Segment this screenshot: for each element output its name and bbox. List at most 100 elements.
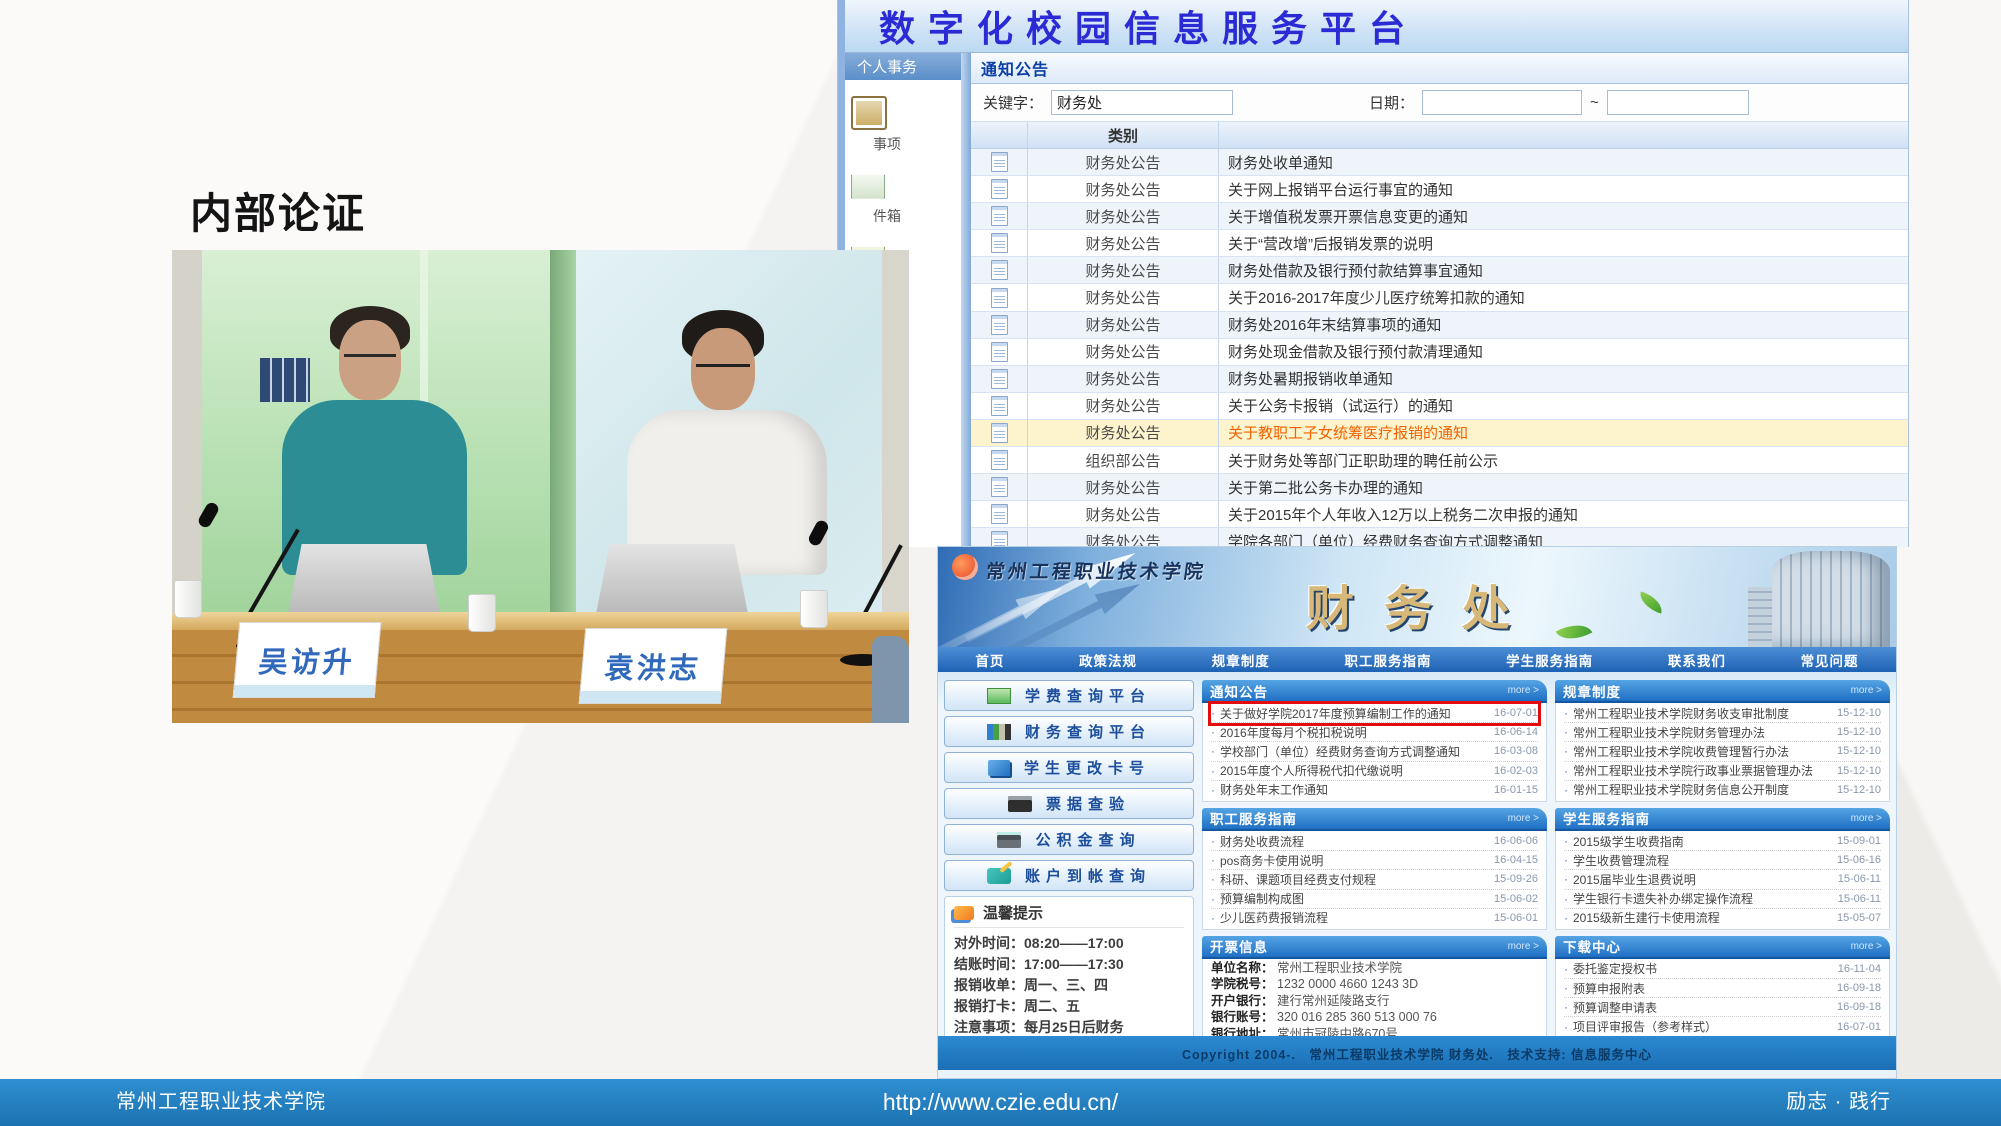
list-item[interactable]: · 预算调整申请表 16-09-18 bbox=[1564, 998, 1881, 1017]
sidebar-tab-personal-affairs[interactable]: 个人事务 bbox=[845, 53, 961, 80]
list-item[interactable]: · 常州工程职业技术学院收费管理暂行办法 15-12-10 bbox=[1564, 742, 1881, 761]
table-row[interactable]: 财务处公告 关于公务卡报销（试运行）的通知 bbox=[971, 393, 1908, 420]
row-title-link[interactable]: 关于第二批公务卡办理的通知 bbox=[1219, 474, 1908, 500]
more-link[interactable]: more > bbox=[1851, 813, 1882, 824]
row-title-link[interactable]: 学院各部门（单位）经费财务查询方式调整通知 bbox=[1219, 528, 1908, 547]
list-item[interactable]: · 委托鉴定授权书 16-11-04 bbox=[1564, 960, 1881, 979]
list-item[interactable]: · 科研、课题项目经费支付规程 15-09-26 bbox=[1211, 870, 1538, 889]
sidebar-item[interactable]: 件箱 bbox=[849, 170, 961, 226]
list-item[interactable]: · 预算编制构成图 15-06-02 bbox=[1211, 890, 1538, 909]
row-title-link[interactable]: 关于“营改增”后报销发票的说明 bbox=[1219, 230, 1908, 256]
table-row[interactable]: 财务处公告 关于网上报销平台运行事宜的通知 bbox=[971, 176, 1908, 203]
item-link[interactable]: 学生收费管理流程 bbox=[1573, 852, 1831, 869]
item-link[interactable]: 2016年度每月个税扣税说明 bbox=[1220, 724, 1488, 741]
list-item[interactable]: · 2015年度个人所得税代扣代缴说明 16-02-03 bbox=[1211, 762, 1538, 781]
table-row[interactable]: 财务处公告 财务处暑期报销收单通知 bbox=[971, 366, 1908, 393]
query-button[interactable]: 学生更改卡号 bbox=[944, 752, 1194, 783]
row-title-link[interactable]: 财务处收单通知 bbox=[1219, 149, 1908, 175]
table-row[interactable]: 组织部公告 关于财务处等部门正职助理的聘任前公示 bbox=[971, 447, 1908, 474]
item-link[interactable]: 委托鉴定授权书 bbox=[1573, 960, 1832, 977]
list-item[interactable]: · 项目评审报告（参考样式） 16-07-01 bbox=[1564, 1017, 1881, 1036]
nav-item[interactable]: 规章制度 bbox=[1212, 650, 1270, 670]
item-link[interactable]: 常州工程职业技术学院财务信息公开制度 bbox=[1573, 781, 1831, 798]
item-link[interactable]: 科研、课题项目经费支付规程 bbox=[1220, 871, 1488, 888]
table-row[interactable]: 财务处公告 关于教职工子女统筹医疗报销的通知 bbox=[971, 420, 1908, 447]
nav-item[interactable]: 职工服务指南 bbox=[1344, 650, 1431, 670]
list-item[interactable]: · 常州工程职业技术学院财务信息公开制度 15-12-10 bbox=[1564, 781, 1881, 799]
table-row[interactable]: 财务处公告 财务处借款及银行预付款结算事宜通知 bbox=[971, 257, 1908, 284]
item-link[interactable]: 2015级新生建行卡使用流程 bbox=[1573, 909, 1831, 926]
list-item[interactable]: · 学生银行卡遗失补办绑定操作流程 15-06-11 bbox=[1564, 890, 1881, 909]
query-button[interactable]: 账户到帐查询 bbox=[944, 860, 1194, 891]
item-link[interactable]: 预算申报附表 bbox=[1573, 980, 1831, 997]
table-row[interactable]: 财务处公告 财务处2016年末结算事项的通知 bbox=[971, 312, 1908, 339]
tab-notices[interactable]: 通知公告 bbox=[981, 56, 1049, 80]
table-row[interactable]: 财务处公告 关于2015年个人年收入12万以上税务二次申报的通知 bbox=[971, 501, 1908, 528]
item-link[interactable]: 2015年度个人所得税代扣代缴说明 bbox=[1220, 762, 1488, 779]
row-title-link[interactable]: 关于公务卡报销（试运行）的通知 bbox=[1219, 393, 1908, 419]
row-title-link[interactable]: 财务处借款及银行预付款结算事宜通知 bbox=[1219, 257, 1908, 283]
item-link[interactable]: 关于做好学院2017年度预算编制工作的通知 bbox=[1220, 705, 1488, 722]
row-title-link[interactable]: 财务处暑期报销收单通知 bbox=[1219, 366, 1908, 392]
item-link[interactable]: 预算编制构成图 bbox=[1220, 890, 1488, 907]
more-link[interactable]: more > bbox=[1851, 685, 1882, 696]
item-link[interactable]: 学校部门（单位）经费财务查询方式调整通知 bbox=[1220, 743, 1488, 760]
list-item[interactable]: · 2015届毕业生退费说明 15-06-11 bbox=[1564, 870, 1881, 889]
more-link[interactable]: more > bbox=[1508, 813, 1539, 824]
list-item[interactable]: · 学生收费管理流程 15-06-16 bbox=[1564, 851, 1881, 870]
item-link[interactable]: 少儿医药费报销流程 bbox=[1220, 909, 1488, 926]
query-button[interactable]: 票据查验 bbox=[944, 788, 1194, 819]
item-link[interactable]: 常州工程职业技术学院财务收支审批制度 bbox=[1573, 705, 1831, 722]
keyword-input[interactable] bbox=[1051, 90, 1233, 115]
item-link[interactable]: 项目评审报告（参考样式） bbox=[1573, 1018, 1831, 1035]
list-item[interactable]: · 2015级学生收费指南 15-09-01 bbox=[1564, 832, 1881, 851]
nav-item[interactable]: 学生服务指南 bbox=[1506, 650, 1593, 670]
query-button[interactable]: 公积金查询 bbox=[944, 824, 1194, 855]
list-item[interactable]: · 关于做好学院2017年度预算编制工作的通知 16-07-01 bbox=[1211, 704, 1538, 723]
more-link[interactable]: more > bbox=[1508, 941, 1539, 952]
nav-item[interactable]: 常见问题 bbox=[1801, 650, 1859, 670]
nav-item[interactable]: 政策法规 bbox=[1079, 650, 1137, 670]
list-item[interactable]: · 2016年度每月个税扣税说明 16-06-14 bbox=[1211, 723, 1538, 742]
list-item[interactable]: · 常州工程职业技术学院财务收支审批制度 15-12-10 bbox=[1564, 704, 1881, 723]
list-item[interactable]: · pos商务卡使用说明 16-04-15 bbox=[1211, 851, 1538, 870]
date-from-input[interactable] bbox=[1422, 90, 1582, 115]
item-link[interactable]: 财务处年末工作通知 bbox=[1220, 781, 1488, 798]
table-row[interactable]: 财务处公告 财务处收单通知 bbox=[971, 149, 1908, 176]
more-link[interactable]: more > bbox=[1508, 685, 1539, 696]
sidebar-item[interactable]: 事项 bbox=[849, 96, 961, 154]
item-link[interactable]: 财务处收费流程 bbox=[1220, 833, 1488, 850]
row-title-link[interactable]: 关于财务处等部门正职助理的聘任前公示 bbox=[1219, 447, 1908, 473]
item-link[interactable]: pos商务卡使用说明 bbox=[1220, 852, 1488, 869]
table-row[interactable]: 财务处公告 关于“营改增”后报销发票的说明 bbox=[971, 230, 1908, 257]
nav-item[interactable]: 首页 bbox=[975, 650, 1004, 670]
table-row[interactable]: 财务处公告 关于第二批公务卡办理的通知 bbox=[971, 474, 1908, 501]
item-link[interactable]: 学生银行卡遗失补办绑定操作流程 bbox=[1573, 890, 1832, 907]
date-to-input[interactable] bbox=[1607, 90, 1749, 115]
more-link[interactable]: more > bbox=[1851, 941, 1882, 952]
nav-item[interactable]: 联系我们 bbox=[1668, 650, 1726, 670]
table-row[interactable]: 财务处公告 关于增值税发票开票信息变更的通知 bbox=[971, 203, 1908, 230]
item-link[interactable]: 常州工程职业技术学院财务管理办法 bbox=[1573, 724, 1831, 741]
list-item[interactable]: · 财务处年末工作通知 16-01-15 bbox=[1211, 781, 1538, 799]
list-item[interactable]: · 常州工程职业技术学院行政事业票据管理办法 15-12-10 bbox=[1564, 762, 1881, 781]
query-button[interactable]: 财务查询平台 bbox=[944, 716, 1194, 747]
item-link[interactable]: 2015届毕业生退费说明 bbox=[1573, 871, 1832, 888]
item-link[interactable]: 常州工程职业技术学院收费管理暂行办法 bbox=[1573, 743, 1831, 760]
row-title-link[interactable]: 财务处2016年末结算事项的通知 bbox=[1219, 312, 1908, 338]
list-item[interactable]: · 财务处收费流程 16-06-06 bbox=[1211, 832, 1538, 851]
list-item[interactable]: · 学校部门（单位）经费财务查询方式调整通知 16-03-08 bbox=[1211, 742, 1538, 761]
item-link[interactable]: 预算调整申请表 bbox=[1573, 999, 1831, 1016]
list-item[interactable]: · 少儿医药费报销流程 15-06-01 bbox=[1211, 909, 1538, 927]
list-item[interactable]: · 预算申报附表 16-09-18 bbox=[1564, 979, 1881, 998]
row-title-link[interactable]: 关于2016-2017年度少儿医疗统筹扣款的通知 bbox=[1219, 284, 1908, 310]
row-title-link[interactable]: 关于网上报销平台运行事宜的通知 bbox=[1219, 176, 1908, 202]
table-row[interactable]: 财务处公告 关于2016-2017年度少儿医疗统筹扣款的通知 bbox=[971, 284, 1908, 311]
row-title-link[interactable]: 关于教职工子女统筹医疗报销的通知 bbox=[1219, 420, 1908, 446]
table-row[interactable]: 财务处公告 学院各部门（单位）经费财务查询方式调整通知 bbox=[971, 528, 1908, 547]
row-title-link[interactable]: 关于2015年个人年收入12万以上税务二次申报的通知 bbox=[1219, 501, 1908, 527]
row-title-link[interactable]: 财务处现金借款及银行预付款清理通知 bbox=[1219, 339, 1908, 365]
item-link[interactable]: 常州工程职业技术学院行政事业票据管理办法 bbox=[1573, 762, 1831, 779]
query-button[interactable]: 学费查询平台 bbox=[944, 680, 1194, 711]
list-item[interactable]: · 2015级新生建行卡使用流程 15-05-07 bbox=[1564, 909, 1881, 927]
